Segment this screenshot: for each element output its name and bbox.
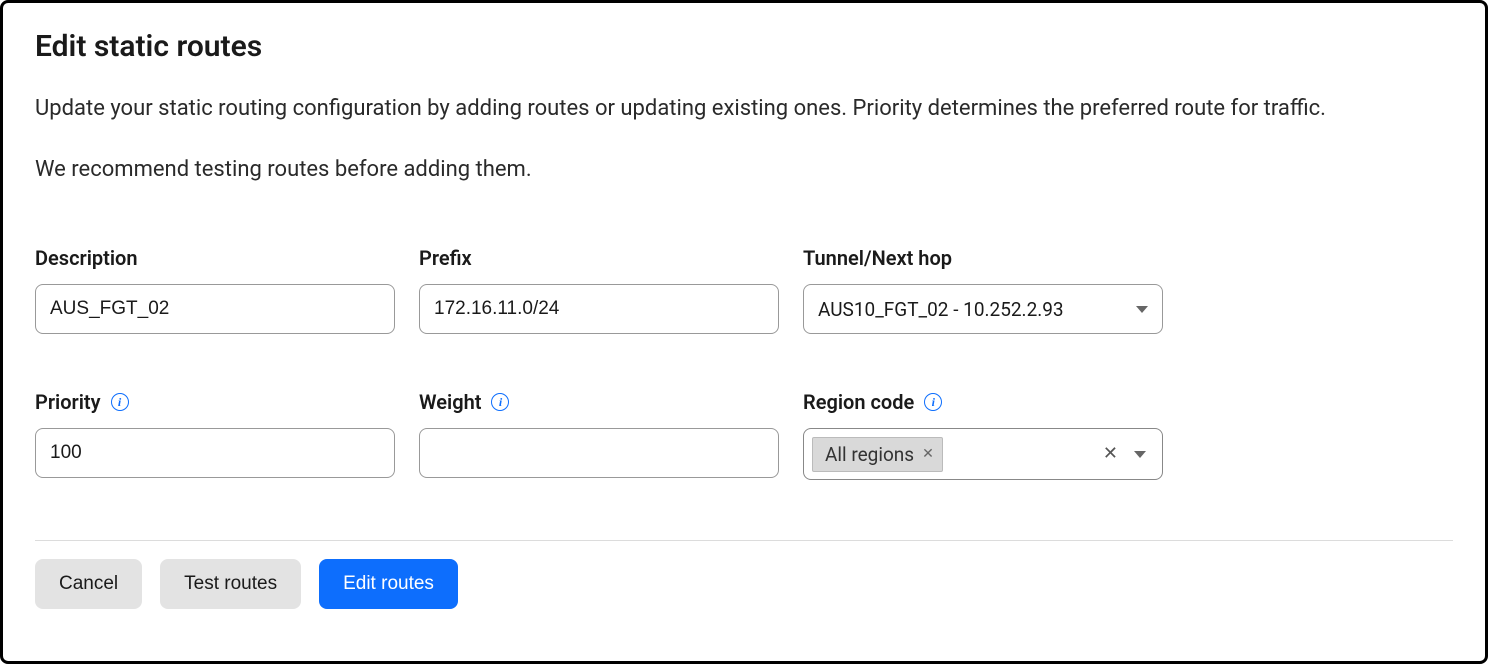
close-icon[interactable]: ✕: [922, 447, 934, 461]
region-chip: All regions ✕: [812, 437, 943, 472]
page-title: Edit static routes: [35, 29, 1453, 64]
prefix-label: Prefix: [419, 246, 779, 270]
chevron-down-icon: [1134, 451, 1146, 458]
priority-field: Priority i: [35, 390, 395, 480]
weight-label: Weight: [419, 390, 481, 414]
region-label: Region code: [803, 390, 914, 414]
clear-icon[interactable]: ✕: [1097, 445, 1124, 463]
intro-text: Update your static routing configuration…: [35, 92, 1453, 125]
description-label: Description: [35, 246, 395, 270]
info-icon[interactable]: i: [491, 393, 509, 411]
separator: [35, 540, 1453, 541]
form-grid: Description Prefix Tunnel/Next hop AUS10…: [35, 246, 1453, 480]
weight-field: Weight i: [419, 390, 779, 480]
weight-label-row: Weight i: [419, 390, 779, 414]
edit-routes-button[interactable]: Edit routes: [319, 559, 458, 609]
button-row: Cancel Test routes Edit routes: [35, 559, 1453, 609]
chevron-down-icon: [1136, 306, 1148, 313]
tunnel-field: Tunnel/Next hop AUS10_FGT_02 - 10.252.2.…: [803, 246, 1163, 334]
tunnel-value: AUS10_FGT_02 - 10.252.2.93: [818, 298, 1136, 321]
priority-label: Priority: [35, 390, 101, 414]
region-chip-label: All regions: [825, 443, 914, 466]
test-routes-button[interactable]: Test routes: [160, 559, 301, 609]
priority-label-row: Priority i: [35, 390, 395, 414]
recommend-text: We recommend testing routes before addin…: [35, 153, 1453, 186]
region-label-row: Region code i: [803, 390, 1163, 414]
cancel-button[interactable]: Cancel: [35, 559, 142, 609]
region-select[interactable]: All regions ✕ ✕: [803, 428, 1163, 480]
tunnel-select[interactable]: AUS10_FGT_02 - 10.252.2.93: [803, 284, 1163, 334]
tunnel-label: Tunnel/Next hop: [803, 246, 1163, 270]
weight-input[interactable]: [419, 428, 779, 478]
prefix-input[interactable]: [419, 284, 779, 334]
priority-input[interactable]: [35, 428, 395, 478]
info-icon[interactable]: i: [924, 393, 942, 411]
region-field: Region code i All regions ✕ ✕: [803, 390, 1163, 480]
description-input[interactable]: [35, 284, 395, 334]
prefix-field: Prefix: [419, 246, 779, 334]
description-field: Description: [35, 246, 395, 334]
info-icon[interactable]: i: [111, 393, 129, 411]
